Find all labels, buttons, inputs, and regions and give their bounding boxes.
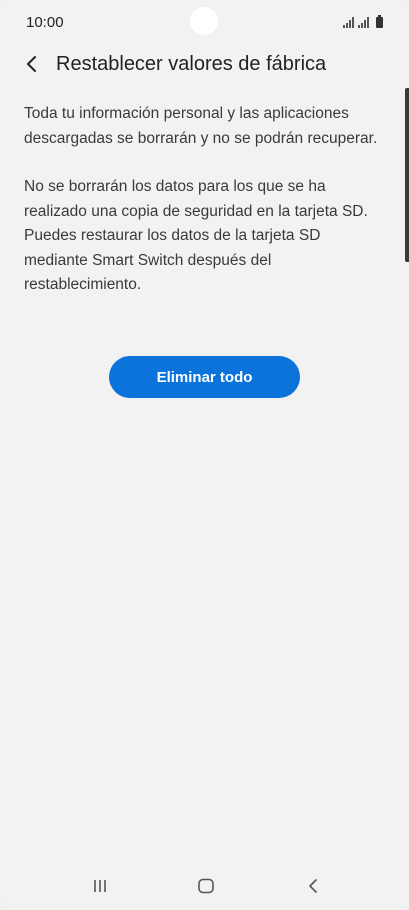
sd-card-paragraph: No se borrarán los datos para los que se… (24, 178, 368, 293)
header: Restablecer valores de fábrica (0, 44, 409, 88)
delete-all-button[interactable]: Eliminar todo (109, 356, 300, 398)
info-paragraph: Toda tu información personal y las aplic… (24, 105, 378, 147)
home-button[interactable] (194, 874, 218, 898)
camera-cutout (190, 7, 218, 35)
recents-button[interactable] (88, 874, 112, 898)
page-title: Restablecer valores de fábrica (56, 53, 327, 75)
navigation-bar (0, 862, 409, 910)
scroll-indicator[interactable] (405, 88, 409, 262)
recents-icon (94, 880, 106, 892)
status-bar: 10:00 (0, 0, 409, 44)
signal-icon (343, 17, 354, 28)
chevron-left-icon (27, 56, 36, 72)
signal-icon (358, 17, 369, 28)
back-icon (309, 879, 317, 893)
status-icons (343, 15, 383, 28)
home-icon (198, 878, 214, 894)
back-button[interactable] (18, 50, 46, 78)
battery-icon (376, 15, 383, 28)
content: Toda tu información personal y las aplic… (24, 102, 380, 322)
nav-back-button[interactable] (301, 874, 325, 898)
status-time: 10:00 (26, 14, 64, 31)
device-screen: 10:00 Restablecer valores de fábrica Tod… (0, 0, 409, 910)
